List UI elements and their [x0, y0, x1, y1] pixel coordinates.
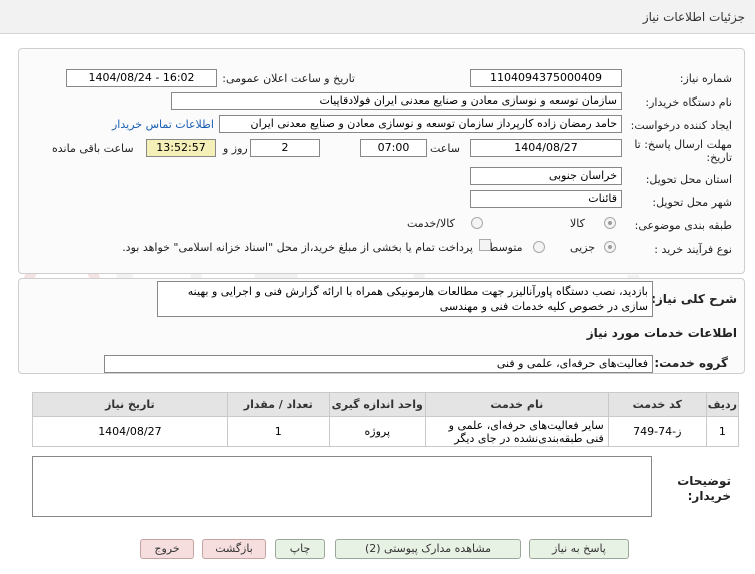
- buyer-field: سازمان توسعه و نوسازی معادن و صنایع معدن…: [171, 92, 622, 110]
- description-field: بازدید، نصب دستگاه پاورآنالیزر جهت مطالع…: [157, 281, 653, 317]
- process-label: نوع فرآیند خرید :: [654, 243, 732, 256]
- page-header: جزئیات اطلاعات نیاز: [0, 0, 755, 34]
- creator-label: ایجاد کننده درخواست:: [630, 119, 732, 132]
- treasury-payment-note: پرداخت تمام یا بخشی از مبلغ خرید،از محل …: [122, 241, 473, 254]
- deadline-label: مهلت ارسال پاسخ: تا تاریخ:: [634, 138, 732, 164]
- process-minor-radio[interactable]: [604, 241, 616, 253]
- deadline-date-field: 1404/08/27: [470, 139, 622, 157]
- col-header-code: کد خدمت: [607, 392, 707, 417]
- buyer-label: نام دستگاه خریدار:: [645, 96, 732, 109]
- city-label: شهر محل تحویل:: [652, 196, 732, 209]
- need-number-field: 1104094375000409: [470, 69, 622, 87]
- col-header-name: نام خدمت: [424, 392, 609, 417]
- cell-date: 1404/08/27: [32, 416, 228, 447]
- treasury-payment-checkbox[interactable]: [479, 239, 491, 251]
- category-goods-label: کالا: [570, 217, 585, 230]
- back-button[interactable]: بازگشت: [202, 539, 266, 559]
- creator-field: حامد رمضان زاده کارپرداز سازمان توسعه و …: [219, 115, 622, 133]
- days-label: روز و: [223, 142, 248, 155]
- cell-code: ز-74-749: [607, 416, 707, 447]
- service-group-label: گروه خدمت:: [654, 356, 728, 370]
- service-group-field: فعالیت‌های حرفه‌ای، علمی و فنی: [104, 355, 653, 373]
- buyer-notes-label: توضیحات خریدار:: [677, 474, 731, 503]
- table-row: 1 ز-74-749 سایر فعالیت‌های حرفه‌ای، علمی…: [32, 416, 740, 447]
- col-header-date: تاریخ نیاز: [32, 392, 228, 417]
- table-header-row: ردیف کد خدمت نام خدمت واحد اندازه گیری ت…: [32, 392, 740, 417]
- description-label: شرح کلی نیاز:: [651, 292, 737, 306]
- need-number-label: شماره نیاز:: [679, 72, 732, 85]
- province-label: استان محل تحویل:: [645, 173, 732, 186]
- cell-quantity: 1: [226, 416, 330, 447]
- category-goods-service-label: کالا/خدمت: [407, 217, 455, 230]
- time-remaining-field: 13:52:57: [146, 139, 216, 157]
- cell-row-num: 1: [705, 416, 740, 447]
- category-label: طبقه بندی موضوعی:: [634, 219, 732, 232]
- col-header-unit: واحد اندازه گیری: [328, 392, 426, 417]
- print-button[interactable]: چاپ: [275, 539, 325, 559]
- process-medium-radio[interactable]: [533, 241, 545, 253]
- remaining-label: ساعت باقی مانده: [52, 142, 134, 155]
- exit-button[interactable]: خروج: [140, 539, 194, 559]
- page-title: جزئیات اطلاعات نیاز: [642, 10, 745, 24]
- buyer-notes-field: [32, 456, 652, 517]
- province-field: خراسان جنوبی: [470, 167, 622, 185]
- days-remaining-field: 2: [250, 139, 320, 157]
- cell-unit: پروژه: [328, 416, 426, 447]
- col-header-row-num: ردیف: [705, 392, 740, 417]
- process-minor-label: جزیی: [570, 241, 596, 254]
- services-table: ردیف کد خدمت نام خدمت واحد اندازه گیری ت…: [32, 392, 740, 447]
- buyer-contact-link[interactable]: اطلاعات تماس خریدار: [112, 118, 214, 131]
- deadline-time-label: ساعت: [430, 142, 460, 155]
- col-header-quantity: تعداد / مقدار: [226, 392, 330, 417]
- category-goods-radio[interactable]: [604, 217, 616, 229]
- reply-button[interactable]: پاسخ به نیاز: [529, 539, 629, 559]
- process-medium-label: متوسط: [488, 241, 523, 254]
- announce-field: 1404/08/24 - 16:02: [66, 69, 217, 87]
- announce-label: تاریخ و ساعت اعلان عمومی:: [222, 72, 355, 85]
- category-goods-service-radio[interactable]: [471, 217, 483, 229]
- deadline-time-field: 07:00: [360, 139, 427, 157]
- services-section-title: اطلاعات خدمات مورد نیاز: [586, 326, 737, 340]
- city-field: قائنات: [470, 190, 622, 208]
- view-attachments-button[interactable]: مشاهده مدارک پیوستی (2): [335, 539, 521, 559]
- cell-name: سایر فعالیت‌های حرفه‌ای، علمی و فنی طبقه…: [424, 416, 609, 447]
